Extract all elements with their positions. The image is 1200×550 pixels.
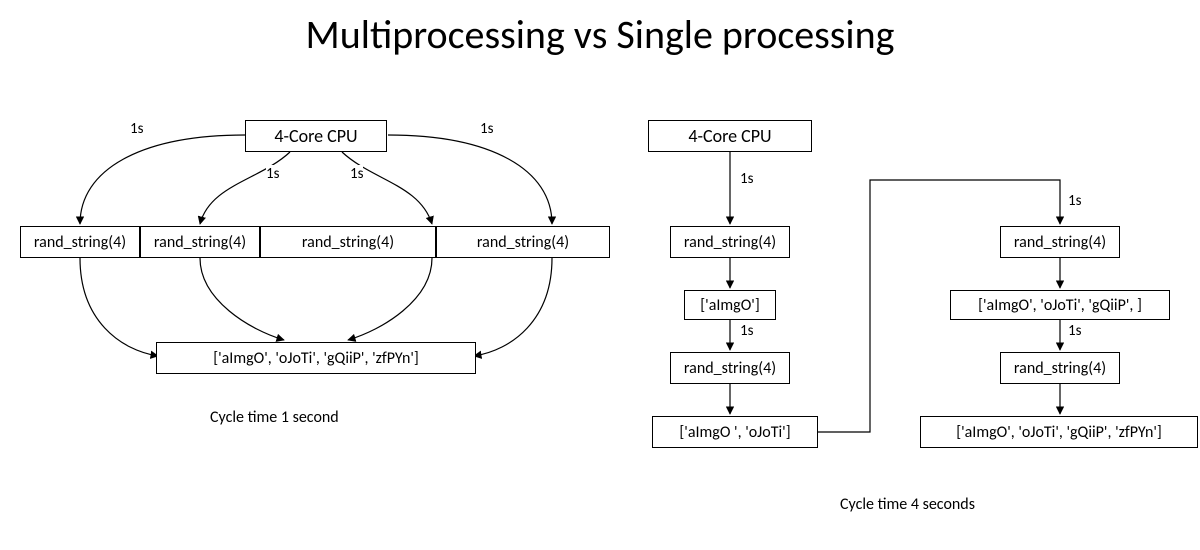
diagram-root: Multiprocessing vs Single processing xyxy=(0,0,1200,550)
right-edge-label-3: 1s xyxy=(1068,192,1081,210)
left-task-1: rand_string(4) xyxy=(20,226,140,258)
left-cpu-box: 4-Core CPU xyxy=(245,120,387,152)
right-edge-label-1: 1s xyxy=(740,170,753,188)
left-task-2: rand_string(4) xyxy=(140,226,260,258)
left-caption: Cycle time 1 second xyxy=(210,408,339,427)
left-task-4: rand_string(4) xyxy=(436,226,610,258)
right-task-1: rand_string(4) xyxy=(670,226,790,258)
right-edge-label-2: 1s xyxy=(740,322,753,340)
right-result-2: ['aImgO ', 'oJoTi'] xyxy=(652,416,818,448)
left-edge-label-outer-r: 1s xyxy=(480,120,493,138)
right-edge-label-4: 1s xyxy=(1068,322,1081,340)
left-edge-label-outer-l: 1s xyxy=(130,120,143,138)
right-result-1: ['aImgO'] xyxy=(684,290,776,320)
left-edge-label-inner-r: 1s xyxy=(350,165,363,183)
left-result-box: ['aImgO', 'oJoTi', 'gQiiP', 'zfPYn'] xyxy=(156,342,476,374)
right-task-4: rand_string(4) xyxy=(1000,352,1120,384)
right-cpu-box: 4-Core CPU xyxy=(648,120,812,152)
right-task-3: rand_string(4) xyxy=(1000,226,1120,258)
connectors xyxy=(0,0,1200,550)
page-title: Multiprocessing vs Single processing xyxy=(0,10,1200,59)
left-task-3: rand_string(4) xyxy=(260,226,436,258)
right-caption: Cycle time 4 seconds xyxy=(840,495,975,514)
right-task-2: rand_string(4) xyxy=(670,352,790,384)
left-edge-label-inner-l: 1s xyxy=(266,165,279,183)
right-result-4: ['aImgO', 'oJoTi', 'gQiiP', 'zfPYn'] xyxy=(920,416,1198,448)
right-result-3: ['aImgO', 'oJoTi', 'gQiiP', ] xyxy=(950,290,1170,320)
